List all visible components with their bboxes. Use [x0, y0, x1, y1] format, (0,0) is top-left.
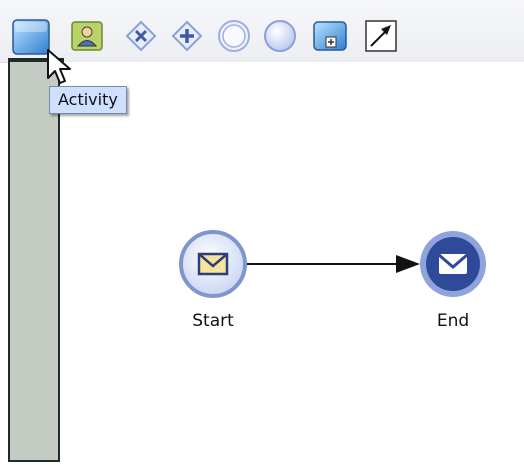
parallel-gateway-tool-button[interactable]: [170, 19, 204, 53]
swimlane[interactable]: [8, 62, 60, 462]
activity-tooltip: Activity: [49, 86, 127, 114]
sequence-flow-tool-button[interactable]: [364, 19, 398, 53]
component-palette: [0, 0, 524, 63]
exclusive-gateway-tool-button[interactable]: [124, 19, 158, 53]
intermediate-event-icon: [216, 19, 250, 55]
activity-icon: [12, 19, 50, 55]
intermediate-event-tool-button[interactable]: [216, 19, 250, 53]
sequence-flow-icon: [364, 19, 398, 53]
message-envelope-filled-icon: [420, 231, 486, 297]
subprocess-tool-button[interactable]: [312, 19, 347, 53]
process-editor: Start End Activity: [0, 0, 524, 465]
end-event[interactable]: [418, 229, 488, 299]
start-event-tool-button[interactable]: [262, 19, 296, 53]
start-event-label: Start: [192, 311, 234, 331]
subprocess-icon: [312, 19, 347, 53]
parallel-gateway-icon: [170, 19, 204, 53]
exclusive-gateway-icon: [124, 19, 158, 53]
mouse-pointer-icon: [47, 49, 71, 84]
end-event-label: End: [436, 311, 470, 331]
start-event[interactable]: [178, 229, 248, 299]
start-event-icon: [262, 19, 296, 55]
activity-tool-button[interactable]: [12, 19, 50, 55]
message-envelope-icon: [179, 230, 247, 298]
